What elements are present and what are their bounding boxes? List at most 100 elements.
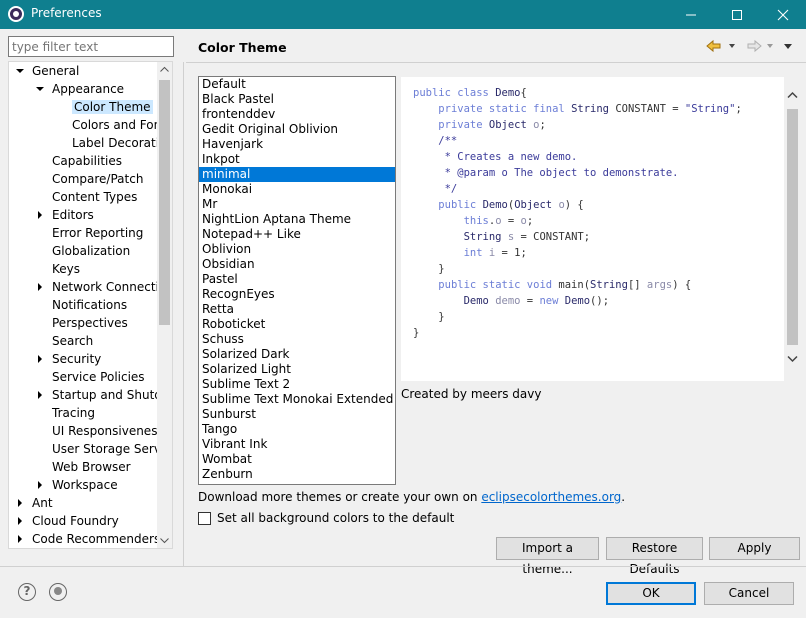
default-bg-checkbox[interactable] bbox=[198, 511, 211, 525]
theme-list-item[interactable]: Havenjark bbox=[199, 137, 395, 152]
tree-item[interactable]: General bbox=[15, 62, 79, 80]
maximize-button[interactable] bbox=[714, 0, 760, 29]
theme-list-item[interactable]: Obsidian bbox=[199, 257, 395, 272]
tree-item[interactable]: Color Theme bbox=[55, 98, 153, 116]
chevron-right-icon[interactable] bbox=[35, 210, 45, 220]
chevron-right-icon[interactable] bbox=[15, 516, 25, 526]
tree-item[interactable]: Code Recommenders bbox=[15, 530, 160, 548]
back-dropdown-icon[interactable] bbox=[729, 44, 735, 48]
code-token: new bbox=[539, 295, 565, 307]
tree-item[interactable]: Ant bbox=[15, 494, 53, 512]
code-line: public static void main(String[] args) { bbox=[413, 277, 742, 293]
tree-item[interactable]: Appearance bbox=[35, 80, 124, 98]
preview-scroll-down-icon[interactable] bbox=[787, 355, 798, 363]
eclipsecolorthemes-link[interactable]: eclipsecolorthemes.org bbox=[481, 490, 621, 504]
theme-list-item[interactable]: Gedit Original Oblivion bbox=[199, 122, 395, 137]
minimize-button[interactable] bbox=[668, 0, 714, 29]
tree-item[interactable]: User Storage Service bbox=[35, 440, 172, 458]
back-arrow-icon[interactable] bbox=[706, 39, 721, 53]
theme-list-item[interactable]: Roboticket bbox=[199, 317, 395, 332]
tree-item[interactable]: Compare/Patch bbox=[35, 170, 143, 188]
preview-scrollbar[interactable] bbox=[785, 77, 800, 381]
theme-list-item[interactable]: NightLion Aptana Theme bbox=[199, 212, 395, 227]
scroll-down-icon[interactable] bbox=[160, 538, 169, 544]
preview-scroll-up-icon[interactable] bbox=[787, 91, 798, 99]
tree-item[interactable]: Workspace bbox=[35, 476, 118, 494]
theme-list-item[interactable]: Vibrant Ink bbox=[199, 437, 395, 452]
tree-item[interactable]: Network Connections bbox=[35, 278, 172, 296]
scroll-up-icon[interactable] bbox=[160, 66, 169, 72]
tree-item[interactable]: Error Reporting bbox=[35, 224, 143, 242]
chevron-right-icon[interactable] bbox=[35, 282, 45, 292]
theme-list-item[interactable]: Wombat bbox=[199, 452, 395, 467]
chevron-right-icon[interactable] bbox=[35, 390, 45, 400]
tree-item[interactable]: Content Types bbox=[35, 188, 137, 206]
tree-item[interactable]: Perspectives bbox=[35, 314, 128, 332]
theme-list-item[interactable]: Sublime Text Monokai Extended bbox=[199, 392, 395, 407]
theme-list-item[interactable]: RecognEyes bbox=[199, 287, 395, 302]
forward-arrow-icon[interactable] bbox=[747, 39, 762, 53]
tree-item[interactable]: Label Decorations bbox=[55, 134, 172, 152]
chevron-right-icon[interactable] bbox=[35, 354, 45, 364]
tree-item[interactable]: Cloud Foundry bbox=[15, 512, 119, 530]
theme-list-item[interactable]: Black Pastel bbox=[199, 92, 395, 107]
close-button[interactable] bbox=[760, 0, 806, 29]
ok-button[interactable]: OK bbox=[606, 582, 696, 605]
theme-list-item[interactable]: Retta bbox=[199, 302, 395, 317]
tree-scrollbar[interactable] bbox=[157, 62, 172, 548]
apply-button[interactable]: Apply bbox=[709, 537, 800, 560]
code-token: int bbox=[463, 247, 489, 259]
theme-list-item[interactable]: Inkpot bbox=[199, 152, 395, 167]
default-bg-option[interactable]: Set all background colors to the default bbox=[198, 510, 454, 526]
tree-item[interactable]: Service Policies bbox=[35, 368, 145, 386]
tree-item[interactable]: UI Responsiveness Monitoring bbox=[35, 422, 172, 440]
tree-item[interactable]: Colors and Fonts bbox=[55, 116, 172, 134]
theme-list-item[interactable]: Solarized Light bbox=[199, 362, 395, 377]
chevron-down-icon[interactable] bbox=[15, 66, 25, 76]
tree-item[interactable]: Web Browser bbox=[35, 458, 131, 476]
sash-divider[interactable] bbox=[183, 62, 184, 567]
minimize-icon bbox=[686, 14, 696, 15]
tree-item[interactable]: Globalization bbox=[35, 242, 130, 260]
tree-item[interactable]: Startup and Shutdown bbox=[35, 386, 172, 404]
tree-item[interactable]: Editors bbox=[35, 206, 94, 224]
view-menu-icon[interactable] bbox=[784, 44, 792, 49]
theme-list-item[interactable]: Sublime Text 2 bbox=[199, 377, 395, 392]
theme-list-item[interactable]: Schuss bbox=[199, 332, 395, 347]
import-theme-button[interactable]: Import a theme... bbox=[496, 537, 599, 576]
chevron-right-icon[interactable] bbox=[35, 480, 45, 490]
theme-list-item[interactable]: frontenddev bbox=[199, 107, 395, 122]
theme-list-item[interactable]: Zenburn bbox=[199, 467, 395, 482]
theme-list-item[interactable]: Solarized Dark bbox=[199, 347, 395, 362]
theme-list-item[interactable]: Tango bbox=[199, 422, 395, 437]
tree-item[interactable]: Capabilities bbox=[35, 152, 122, 170]
theme-list-item[interactable]: Mr bbox=[199, 197, 395, 212]
chevron-right-icon[interactable] bbox=[15, 498, 25, 508]
theme-list-item[interactable]: Default bbox=[199, 77, 395, 92]
tree-item[interactable]: Tracing bbox=[35, 404, 95, 422]
filter-input[interactable] bbox=[8, 36, 174, 57]
tree-scroll-thumb[interactable] bbox=[159, 80, 170, 325]
theme-list[interactable]: Default Black Pastel frontenddev Gedit Orig… bbox=[198, 76, 396, 485]
tree-item[interactable]: Search bbox=[35, 332, 93, 350]
cancel-button[interactable]: Cancel bbox=[704, 582, 794, 605]
record-macro-icon[interactable] bbox=[49, 583, 67, 601]
help-icon[interactable]: ? bbox=[18, 583, 36, 601]
theme-list-item[interactable]: Notepad++ Like bbox=[199, 227, 395, 242]
tree-item-label: Cloud Foundry bbox=[32, 514, 119, 528]
chevron-down-icon[interactable] bbox=[35, 84, 45, 94]
chevron-right-icon[interactable] bbox=[15, 534, 25, 544]
theme-list-item[interactable]: Monokai bbox=[199, 182, 395, 197]
theme-list-item[interactable]: Sunburst bbox=[199, 407, 395, 422]
tree-item[interactable]: Notifications bbox=[35, 296, 127, 314]
tree-item-label: Keys bbox=[52, 262, 81, 276]
preference-tree[interactable]: General Appearance Color Theme Colors and F… bbox=[8, 61, 173, 549]
theme-list-item[interactable]: Oblivion bbox=[199, 242, 395, 257]
preview-scroll-thumb[interactable] bbox=[787, 109, 798, 345]
restore-defaults-button[interactable]: Restore Defaults bbox=[606, 537, 703, 576]
theme-list-item[interactable]: Pastel bbox=[199, 272, 395, 287]
tree-item[interactable]: Keys bbox=[35, 260, 80, 278]
forward-dropdown-icon[interactable] bbox=[767, 44, 773, 48]
theme-list-item[interactable]: minimal bbox=[199, 167, 395, 182]
tree-item[interactable]: Security bbox=[35, 350, 101, 368]
